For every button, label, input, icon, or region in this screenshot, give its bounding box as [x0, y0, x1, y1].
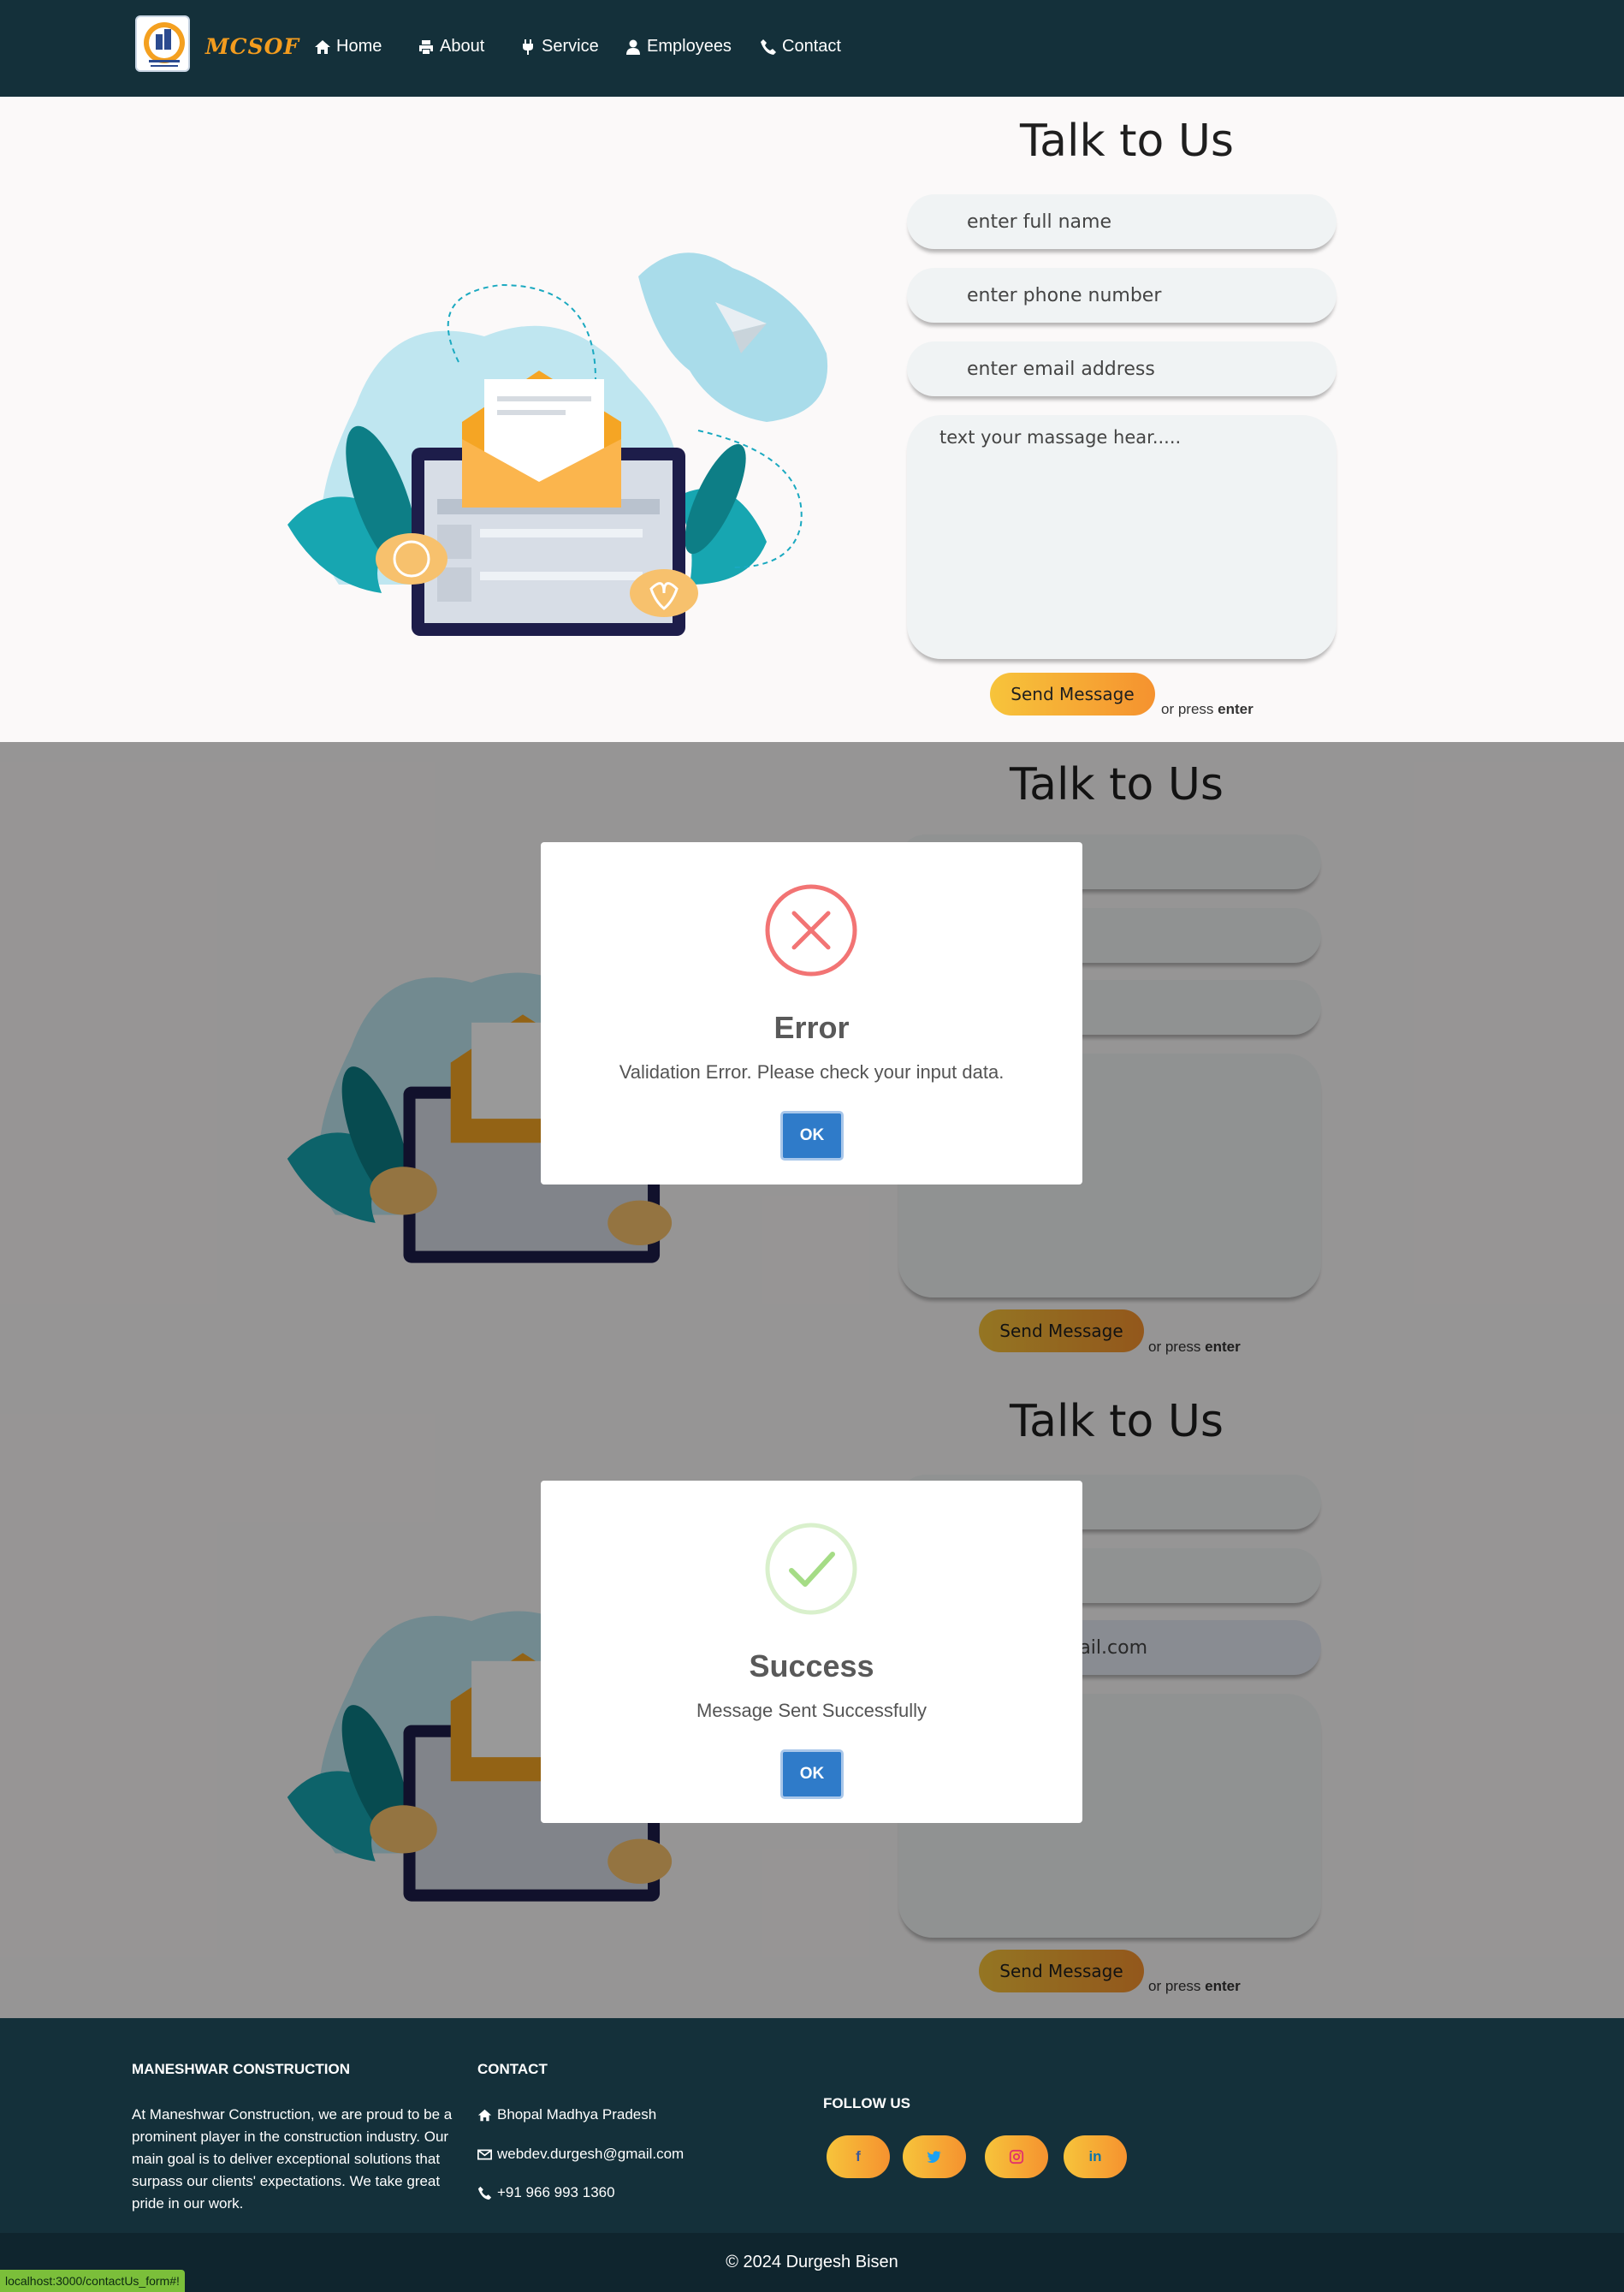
- print-icon: [419, 39, 433, 54]
- email-input[interactable]: enter email address: [907, 341, 1337, 396]
- footer-company-heading: MANESHWAR CONSTRUCTION: [132, 2061, 350, 2077]
- contact-section-error: Talk to Us e umber dress e hear..... Sen…: [0, 742, 1624, 1381]
- home-icon: [477, 2109, 492, 2121]
- error-ok-button[interactable]: OK: [780, 1111, 844, 1161]
- footer-address: Bhopal Madhya Pradesh: [477, 2106, 656, 2123]
- contact-section: Talk to Us enter full name enter phone n…: [0, 97, 1624, 742]
- nav-service-label: Service: [542, 37, 599, 56]
- error-x-icon: [765, 884, 857, 977]
- envelope-icon: [477, 2149, 492, 2159]
- nav-about-label: About: [440, 37, 485, 56]
- message-textarea[interactable]: text your massage hear.....: [907, 415, 1337, 659]
- phone-icon: [477, 2186, 492, 2200]
- nav-home-label: Home: [336, 37, 382, 56]
- error-dialog: Error Validation Error. Please check you…: [541, 842, 1082, 1185]
- phone-input[interactable]: enter phone number: [907, 268, 1337, 323]
- brand-logo[interactable]: [135, 15, 190, 72]
- enter-key-text: enter: [1218, 701, 1254, 717]
- footer-phone-text: +91 966 993 1360: [497, 2184, 615, 2200]
- browser-status-url: localhost:3000/contactUs_form#!: [0, 2270, 185, 2292]
- footer-address-text: Bhopal Madhya Pradesh: [497, 2106, 657, 2123]
- facebook-icon: f: [856, 2148, 861, 2164]
- or-press-hint: or press enter: [1161, 701, 1254, 718]
- send-message-button[interactable]: Send Message: [990, 673, 1155, 716]
- nav-home[interactable]: Home: [314, 37, 382, 56]
- footer: MANESHWAR CONSTRUCTION At Maneshwar Cons…: [0, 2018, 1624, 2233]
- twitter-button[interactable]: [903, 2135, 966, 2178]
- footer-follow-heading: FOLLOW US: [823, 2095, 910, 2111]
- user-icon: [626, 39, 640, 55]
- contact-illustration: [287, 252, 828, 636]
- error-title: Error: [773, 1010, 850, 1045]
- form-title: Talk to Us: [1020, 116, 1234, 167]
- success-title: Success: [749, 1648, 874, 1683]
- nav-contact-label: Contact: [782, 37, 841, 56]
- instagram-button[interactable]: [985, 2135, 1048, 2178]
- success-ok-button[interactable]: OK: [780, 1749, 844, 1799]
- success-dialog: Success Message Sent Successfully OK: [541, 1481, 1082, 1823]
- linkedin-icon: in: [1088, 2148, 1102, 2164]
- error-message: Validation Error. Please check your inpu…: [619, 1061, 1005, 1083]
- copyright-text: © 2024 Durgesh Bisen: [726, 2253, 898, 2271]
- nav-service[interactable]: Service: [519, 37, 599, 56]
- nav-employees-label: Employees: [647, 37, 732, 56]
- phone-icon: [761, 39, 776, 55]
- contact-section-success: Talk to Us en n10102@gmail.com esh Bisen…: [0, 1381, 1624, 2018]
- plug-icon: [523, 39, 533, 55]
- nav-contact[interactable]: Contact: [760, 37, 841, 56]
- instagram-icon: [1009, 2149, 1024, 2164]
- nav-about[interactable]: About: [418, 37, 484, 56]
- success-message: Message Sent Successfully: [696, 1700, 928, 1721]
- footer-contact-heading: CONTACT: [477, 2061, 548, 2077]
- or-press-text: or press: [1161, 701, 1214, 717]
- nav-employees[interactable]: Employees: [625, 37, 732, 56]
- home-icon: [315, 39, 330, 54]
- linkedin-button[interactable]: in: [1064, 2135, 1127, 2178]
- twitter-icon: [927, 2151, 942, 2164]
- navbar: MCSOF Home About Service Employees Conta…: [0, 0, 1624, 97]
- name-input[interactable]: enter full name: [907, 194, 1337, 249]
- brand-name[interactable]: MCSOF: [205, 34, 299, 59]
- footer-email-text: webdev.durgesh@gmail.com: [497, 2146, 685, 2162]
- facebook-button[interactable]: f: [827, 2135, 890, 2178]
- footer-company-text: At Maneshwar Construction, we are proud …: [132, 2106, 453, 2212]
- footer-phone[interactable]: +91 966 993 1360: [477, 2184, 615, 2201]
- success-check-icon: [765, 1523, 857, 1615]
- footer-email[interactable]: webdev.durgesh@gmail.com: [477, 2146, 684, 2163]
